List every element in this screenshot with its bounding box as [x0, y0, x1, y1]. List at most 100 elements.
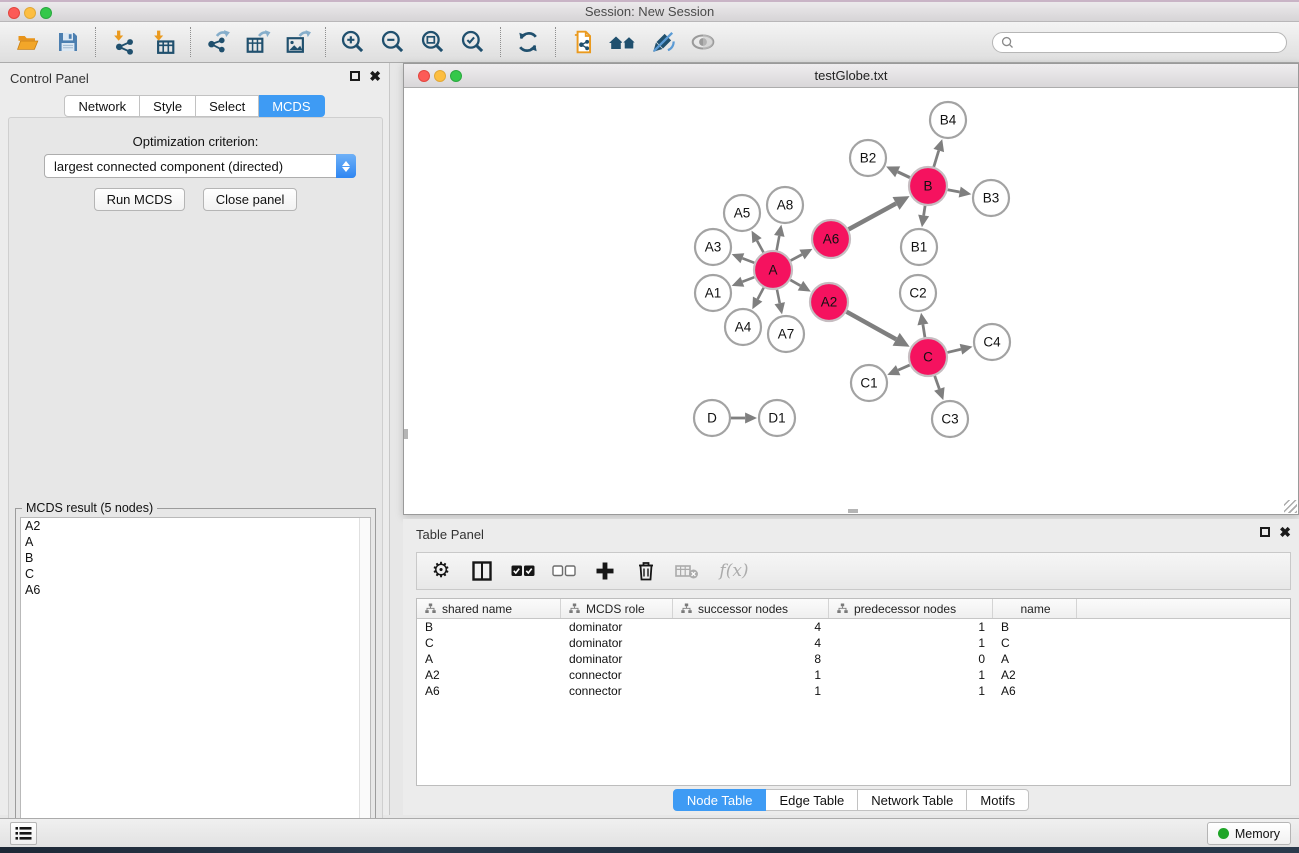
network-graph[interactable]: B4B2BB3A8A5A6A3B1AA1C2A2A4A7C4CC1C3DD1: [404, 88, 1298, 514]
unchecked-boxes-icon: [552, 564, 576, 578]
graph-edge-B-B3[interactable]: [948, 190, 960, 192]
show-columns-button[interactable]: [470, 558, 494, 584]
table-row[interactable]: A6connector11A6: [417, 683, 1290, 699]
select-all-button[interactable]: [511, 558, 535, 584]
graph-edge-A-A6[interactable]: [791, 254, 802, 260]
table-tab-network-table[interactable]: Network Table: [858, 789, 967, 811]
close-panel-button[interactable]: Close panel: [203, 188, 298, 211]
toolbar-separator: [325, 27, 326, 57]
network-window-title: testGlobe.txt: [404, 68, 1298, 83]
graph-edge-A6-B[interactable]: [849, 203, 896, 229]
memory-button[interactable]: Memory: [1207, 822, 1291, 845]
table-row[interactable]: Adominator80A: [417, 651, 1290, 667]
column-header-shared-name[interactable]: shared name: [417, 599, 561, 618]
run-mcds-button[interactable]: Run MCDS: [94, 188, 186, 211]
table-settings-button[interactable]: ⚙: [429, 558, 453, 584]
graph-edge-A-A1[interactable]: [742, 277, 754, 282]
table-tab-edge-table[interactable]: Edge Table: [766, 789, 858, 811]
hide-annotations-button[interactable]: [643, 24, 683, 60]
table-row[interactable]: Cdominator41C: [417, 635, 1290, 651]
zoom-fit-button[interactable]: [413, 24, 453, 60]
float-table-panel-icon[interactable]: [1260, 527, 1270, 537]
result-item[interactable]: A2: [21, 518, 370, 534]
zoom-selected-button[interactable]: [453, 24, 493, 60]
result-item[interactable]: A: [21, 534, 370, 550]
search-box[interactable]: [992, 32, 1287, 53]
clone-network-icon: [570, 29, 596, 55]
graph-edge-B-B1[interactable]: [924, 206, 925, 216]
task-history-button[interactable]: [10, 822, 37, 845]
graph-edge-A2-C[interactable]: [846, 312, 896, 340]
result-scrollbar[interactable]: [359, 518, 370, 846]
export-image-button[interactable]: [278, 24, 318, 60]
resize-grip-icon[interactable]: [1284, 500, 1297, 513]
deselect-all-button[interactable]: [552, 558, 576, 584]
table-row[interactable]: A2connector11A2: [417, 667, 1290, 683]
table-tab-motifs[interactable]: Motifs: [967, 789, 1029, 811]
cell-successor-nodes: 8: [673, 652, 829, 666]
graph-edge-B-B4[interactable]: [934, 151, 939, 167]
criterion-dropdown[interactable]: largest connected component (directed): [44, 154, 356, 178]
tab-select[interactable]: Select: [196, 95, 259, 117]
column-header-predecessor-nodes[interactable]: predecessor nodes: [829, 599, 993, 618]
network-overview-button[interactable]: [603, 24, 643, 60]
graph-edge-C-C2[interactable]: [923, 324, 925, 337]
column-header-MCDS-role[interactable]: MCDS role: [561, 599, 673, 618]
graph-edge-A-A7[interactable]: [777, 290, 780, 304]
delete-column-button[interactable]: [634, 558, 658, 584]
tab-network[interactable]: Network: [64, 95, 140, 117]
close-panel-icon[interactable]: ✖: [369, 70, 381, 82]
zoom-in-button[interactable]: [333, 24, 373, 60]
close-table-panel-icon[interactable]: ✖: [1279, 526, 1291, 538]
column-header-name[interactable]: name: [993, 599, 1077, 618]
tab-style[interactable]: Style: [140, 95, 196, 117]
eye-icon: [690, 29, 716, 55]
list-icon: [15, 826, 32, 841]
column-header-successor-nodes[interactable]: successor nodes: [673, 599, 829, 618]
graph-edge-B-B2[interactable]: [898, 172, 910, 178]
network-hscroll-mark[interactable]: [848, 509, 858, 513]
add-column-button[interactable]: [593, 558, 617, 584]
node-table[interactable]: shared nameMCDS role successor nodes prede…: [416, 598, 1291, 786]
float-panel-icon[interactable]: [350, 71, 360, 81]
graph-edge-A-A3[interactable]: [742, 258, 754, 263]
cell-shared-name: B: [417, 620, 561, 634]
open-session-button[interactable]: [8, 24, 48, 60]
table-row[interactable]: Bdominator41B: [417, 619, 1290, 635]
result-item[interactable]: C: [21, 566, 370, 582]
network-window-titlebar[interactable]: testGlobe.txt: [404, 64, 1298, 88]
cell-name: A: [993, 652, 1077, 666]
table-tab-node-table[interactable]: Node Table: [673, 789, 767, 811]
search-input[interactable]: [1019, 35, 1278, 49]
save-session-icon: [56, 30, 80, 54]
import-network-button[interactable]: [103, 24, 143, 60]
graph-edge-A-A2[interactable]: [790, 280, 800, 286]
column-label: successor nodes: [698, 602, 788, 616]
graph-edge-A-A5[interactable]: [757, 241, 763, 253]
cell-MCDS-role: dominator: [561, 636, 673, 650]
graph-edge-A-A4[interactable]: [758, 288, 764, 299]
toggle-graphics-details-button[interactable]: [683, 24, 723, 60]
import-table-button[interactable]: [143, 24, 183, 60]
network-canvas[interactable]: B4B2BB3A8A5A6A3B1AA1C2A2A4A7C4CC1C3DD1: [404, 88, 1298, 514]
graph-edge-A-A8[interactable]: [777, 236, 780, 250]
save-session-button[interactable]: [48, 24, 88, 60]
zoom-out-button[interactable]: [373, 24, 413, 60]
tree-icon: [569, 603, 580, 614]
toolbar-separator: [555, 27, 556, 57]
node-label-A3: A3: [705, 240, 722, 255]
delete-table-button[interactable]: [675, 558, 699, 584]
graph-edge-C-C4[interactable]: [947, 349, 960, 352]
graph-edge-C-C3[interactable]: [935, 376, 940, 389]
clone-network-button[interactable]: [563, 24, 603, 60]
graph-edge-C-C1[interactable]: [898, 365, 910, 370]
result-item[interactable]: B: [21, 550, 370, 566]
export-network-button[interactable]: [198, 24, 238, 60]
function-builder-button[interactable]: f(x): [716, 558, 752, 584]
network-vscroll-mark[interactable]: [404, 429, 408, 439]
tab-mcds[interactable]: MCDS: [259, 95, 324, 117]
result-item[interactable]: A6: [21, 582, 370, 598]
apply-layout-button[interactable]: [508, 24, 548, 60]
export-table-button[interactable]: [238, 24, 278, 60]
mcds-result-list[interactable]: A2ABCA6: [20, 517, 371, 847]
